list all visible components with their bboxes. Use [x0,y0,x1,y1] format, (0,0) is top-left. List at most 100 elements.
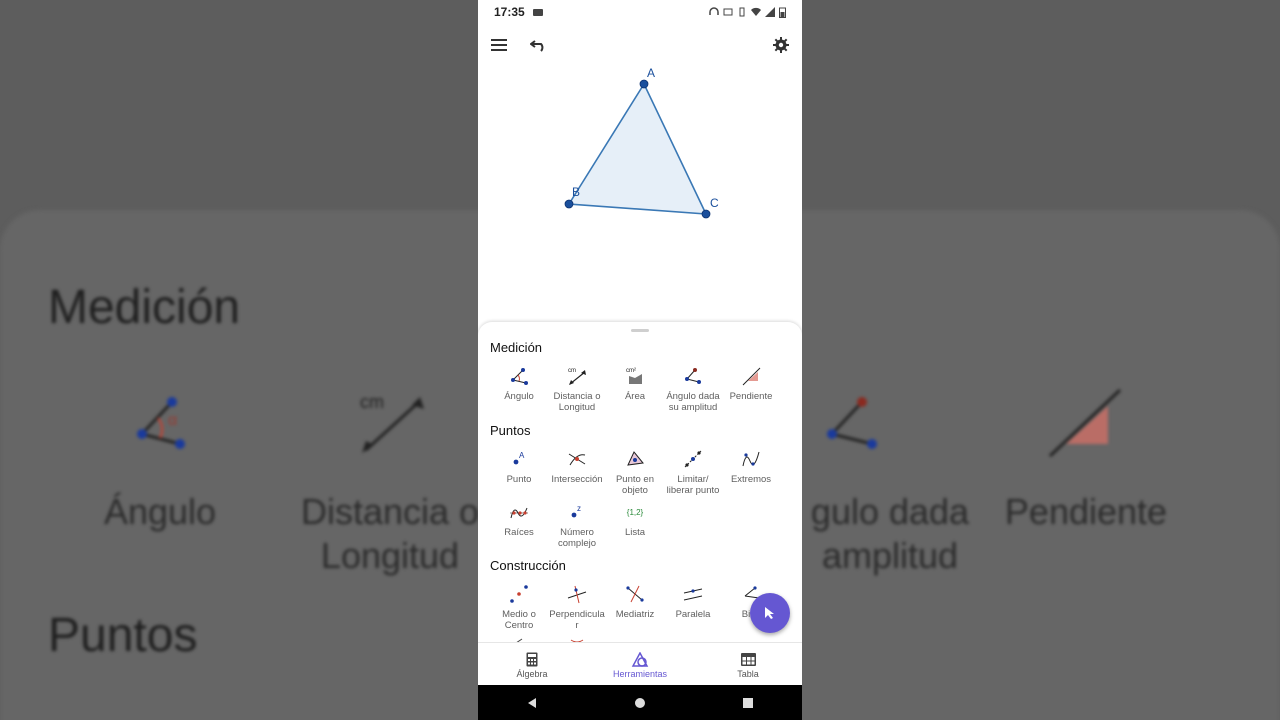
tool-label: Punto en objeto [615,474,655,496]
settings-button[interactable] [770,34,792,56]
tool-label: Medio o Centro [502,609,536,631]
section-title-medicion: Medición [490,340,543,355]
background-section-title: Puntos [48,609,198,662]
tool-label: Número complejo [557,527,597,549]
status-icons [709,7,786,18]
tool-label: Lista [624,527,646,538]
angle-icon [511,368,528,385]
undo-button[interactable] [528,34,550,56]
tool-paralela[interactable]: Paralela [662,582,724,620]
panel-drag-handle[interactable] [631,329,649,332]
point-c[interactable] [701,209,711,219]
menu-button[interactable] [488,34,510,56]
status-bar: 17:35 [478,0,802,24]
tool-limitar[interactable]: Limitar/ liberar punto [662,447,724,496]
parallel-icon [683,588,703,601]
background-angle-icon [137,397,185,449]
tool-angulo-dada[interactable]: Ángulo dada su amplitud [662,364,724,413]
tools-icon [631,651,649,667]
point-b[interactable] [564,199,574,209]
point-icon: A [513,451,525,465]
graphics-view[interactable]: A B C [478,24,802,324]
point-a[interactable] [639,79,649,89]
background-angle-fixed-icon [827,397,877,449]
cursor-arrow-icon [765,607,774,619]
nav-herramientas[interactable]: Herramientas [586,643,694,686]
tool-label: Pendiente [729,391,773,402]
roots-icon [510,507,528,519]
tool-label: Limitar/ liberar punto [666,474,720,496]
intersection-icon [568,453,586,466]
point-b-label: B [572,185,580,199]
headphones-icon [709,7,719,15]
complex-number-icon: z [571,504,581,518]
triangle-polygon[interactable] [567,82,708,215]
svg-text:cm²: cm² [626,368,636,374]
tool-punto-en-objeto[interactable]: Punto en objeto [604,447,666,496]
background-label: Distancia o Longitud [300,491,480,576]
background-label: Ángulo [103,491,217,532]
undo-icon [530,40,544,52]
move-tool-fab[interactable] [750,593,790,633]
battery-icon [779,7,786,18]
nav-label: Tabla [737,668,759,679]
tool-label: Punto [506,474,532,485]
section-title-puntos: Puntos [490,423,531,438]
tool-label: Paralela [675,609,711,620]
signal-icon [765,7,775,17]
hamburger-menu-icon [491,39,507,51]
tools-panel: Medición Ángulo cm Distancia o Longitud … [478,322,802,642]
svg-text:A: A [519,451,525,460]
status-time: 17:35 [494,5,525,19]
system-navigation-bar [478,685,802,720]
perpendicular-bisector-icon [626,585,644,603]
back-icon[interactable] [526,697,538,709]
tool-interseccion[interactable]: Intersección [546,447,608,485]
background-alpha: α [168,412,178,429]
home-icon[interactable] [634,697,646,709]
background-label: Pendiente [1004,491,1168,532]
extremum-icon [742,451,760,467]
nav-tabla[interactable]: Tabla [694,643,802,686]
tool-raices[interactable]: Raíces [488,500,550,538]
tool-angulo[interactable]: Ángulo [488,364,550,402]
tool-label: Área [624,391,646,402]
tool-area[interactable]: cm² Área [604,364,666,402]
gear-icon [773,37,789,53]
tool-label: Extremos [730,474,772,485]
tool-mediatriz[interactable]: Mediatriz [604,582,666,620]
section-title-construccion: Construcción [490,558,566,573]
tool-distancia[interactable]: cm Distancia o Longitud [546,364,608,413]
tool-label: Distancia o Longitud [553,391,601,413]
recents-icon[interactable] [742,697,754,709]
tool-label: Ángulo [504,391,534,402]
point-on-object-icon [627,451,644,466]
wifi-icon [751,7,761,17]
bottom-navigation: Álgebra Herramientas Tabla [478,642,802,686]
tool-label: Perpendicula r [549,609,605,631]
area-icon: cm² [626,368,642,384]
background-label: gulo dada amplitud [810,491,970,576]
nav-label: Herramientas [612,668,668,679]
tool-lista[interactable]: {1,2} Lista [604,500,666,539]
tool-punto[interactable]: A Punto [488,447,550,485]
tool-pendiente[interactable]: Pendiente [720,364,782,402]
vibrate-icon [739,7,745,17]
point-a-label: A [647,66,655,80]
tool-extremos[interactable]: Extremos [720,447,782,485]
tool-label: Ángulo dada su amplitud [666,391,720,413]
nav-label: Álgebra [516,668,548,679]
tool-medio-centro[interactable]: Medio o Centro [488,582,550,631]
nav-algebra[interactable]: Álgebra [478,643,586,686]
perpendicular-icon [567,585,587,604]
tool-perpendicular[interactable]: Perpendicula r [546,582,608,631]
distance-icon: cm [568,368,586,385]
tool-label: Intersección [551,474,603,485]
tool-numero-complejo[interactable]: z Número complejo [546,500,608,549]
background-section-title: Medición [48,281,241,334]
calculator-icon [526,652,538,667]
table-icon [740,653,756,666]
midpoint-icon [510,585,528,603]
top-toolbar [478,24,802,66]
angle-fixed-icon [685,368,701,384]
